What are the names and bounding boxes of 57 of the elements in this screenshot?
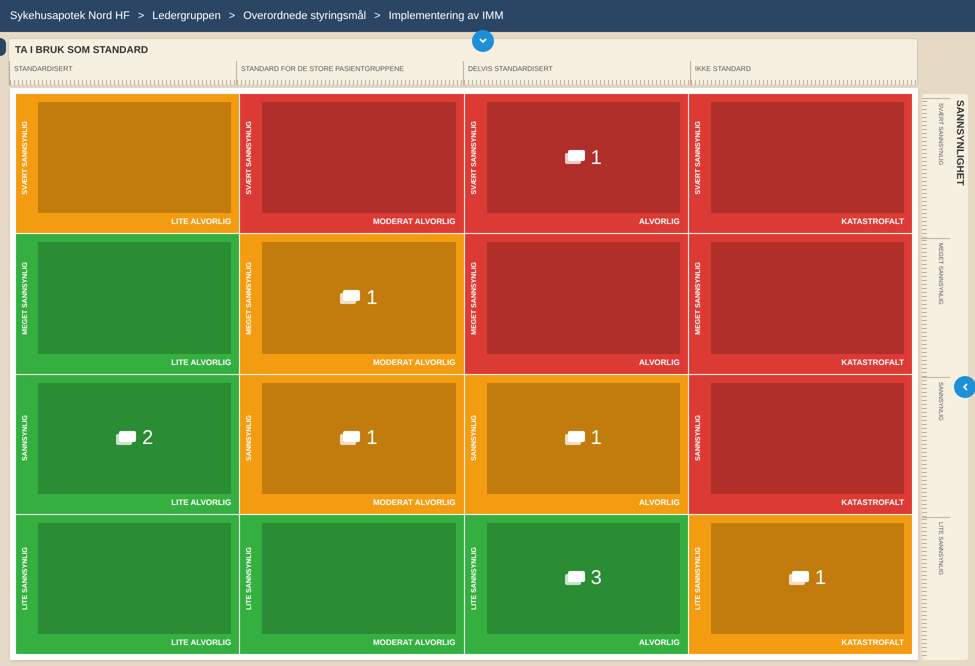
severity-label: ALVORLIG	[639, 496, 680, 509]
axis-title: SANNSYNLIGHET	[953, 99, 966, 186]
cards-icon	[564, 570, 585, 586]
cell-area[interactable]	[38, 102, 232, 214]
chevron-down-icon	[479, 38, 487, 44]
severity-label: LITE ALVORLIG	[171, 216, 232, 228]
cell-area[interactable]	[262, 102, 456, 214]
breadcrumb-link[interactable]: Overordnede styringsmål	[243, 8, 366, 24]
breadcrumb-link[interactable]: Ledergruppen	[152, 8, 221, 24]
item-count: 1	[590, 426, 602, 452]
cell-area[interactable]	[710, 242, 904, 354]
breadcrumb-separator: >	[374, 8, 381, 24]
cell-area[interactable]	[262, 522, 456, 634]
cards-icon	[788, 570, 809, 586]
item-count: 1	[590, 146, 602, 171]
severity-label: KATASTROFALT	[841, 216, 904, 228]
item-count: 1	[366, 286, 378, 311]
cell-area[interactable]: 2	[38, 382, 232, 494]
breadcrumb-link[interactable]: Sykehusapotek Nord HF	[10, 8, 130, 24]
severity-label: KATASTROFALT	[841, 356, 904, 368]
severity-label: MODERAT ALVORLIG	[372, 496, 456, 509]
severity-label: ALVORLIG	[639, 356, 680, 368]
cell-area[interactable]: 3	[486, 522, 680, 634]
cards-icon	[340, 290, 360, 306]
cards-icon	[116, 430, 136, 446]
cell-area[interactable]: 1	[262, 242, 456, 354]
item-count: 1	[814, 566, 826, 592]
severity-label: LITE ALVORLIG	[171, 496, 232, 509]
cell-area[interactable]: 1	[486, 382, 680, 494]
severity-label: LITE ALVORLIG	[171, 356, 232, 368]
cell-area[interactable]: 1	[710, 522, 904, 634]
cards-icon	[564, 430, 585, 446]
cell-area[interactable]: 1	[262, 382, 456, 494]
severity-label: LITE ALVORLIG	[171, 637, 232, 649]
cell-area[interactable]	[710, 382, 904, 494]
cell-area[interactable]	[38, 242, 232, 354]
chevron-left-icon	[962, 383, 968, 391]
item-count: 3	[590, 566, 602, 592]
breadcrumb-separator: >	[228, 8, 236, 24]
severity-label: MODERAT ALVORLIG	[372, 356, 456, 368]
cards-icon	[340, 430, 360, 446]
matrix-title: TA I BRUK SOM STANDARD	[14, 44, 148, 58]
cards-icon	[564, 150, 585, 166]
breadcrumb-link[interactable]: Implementering av IMM	[388, 8, 504, 24]
cell-area[interactable]	[486, 242, 680, 354]
severity-label: ALVORLIG	[639, 637, 680, 649]
cell-area[interactable]: 1	[486, 102, 680, 214]
severity-label: ALVORLIG	[639, 216, 680, 228]
severity-label: KATASTROFALT	[841, 637, 904, 649]
severity-label: KATASTROFALT	[841, 496, 904, 509]
cell-area[interactable]	[710, 102, 904, 214]
severity-label: MODERAT ALVORLIG	[372, 637, 456, 649]
cell-area[interactable]	[38, 522, 232, 634]
breadcrumb-separator: >	[138, 8, 144, 24]
item-count: 1	[366, 426, 378, 452]
severity-label: MODERAT ALVORLIG	[372, 216, 456, 228]
item-count: 2	[142, 426, 154, 452]
